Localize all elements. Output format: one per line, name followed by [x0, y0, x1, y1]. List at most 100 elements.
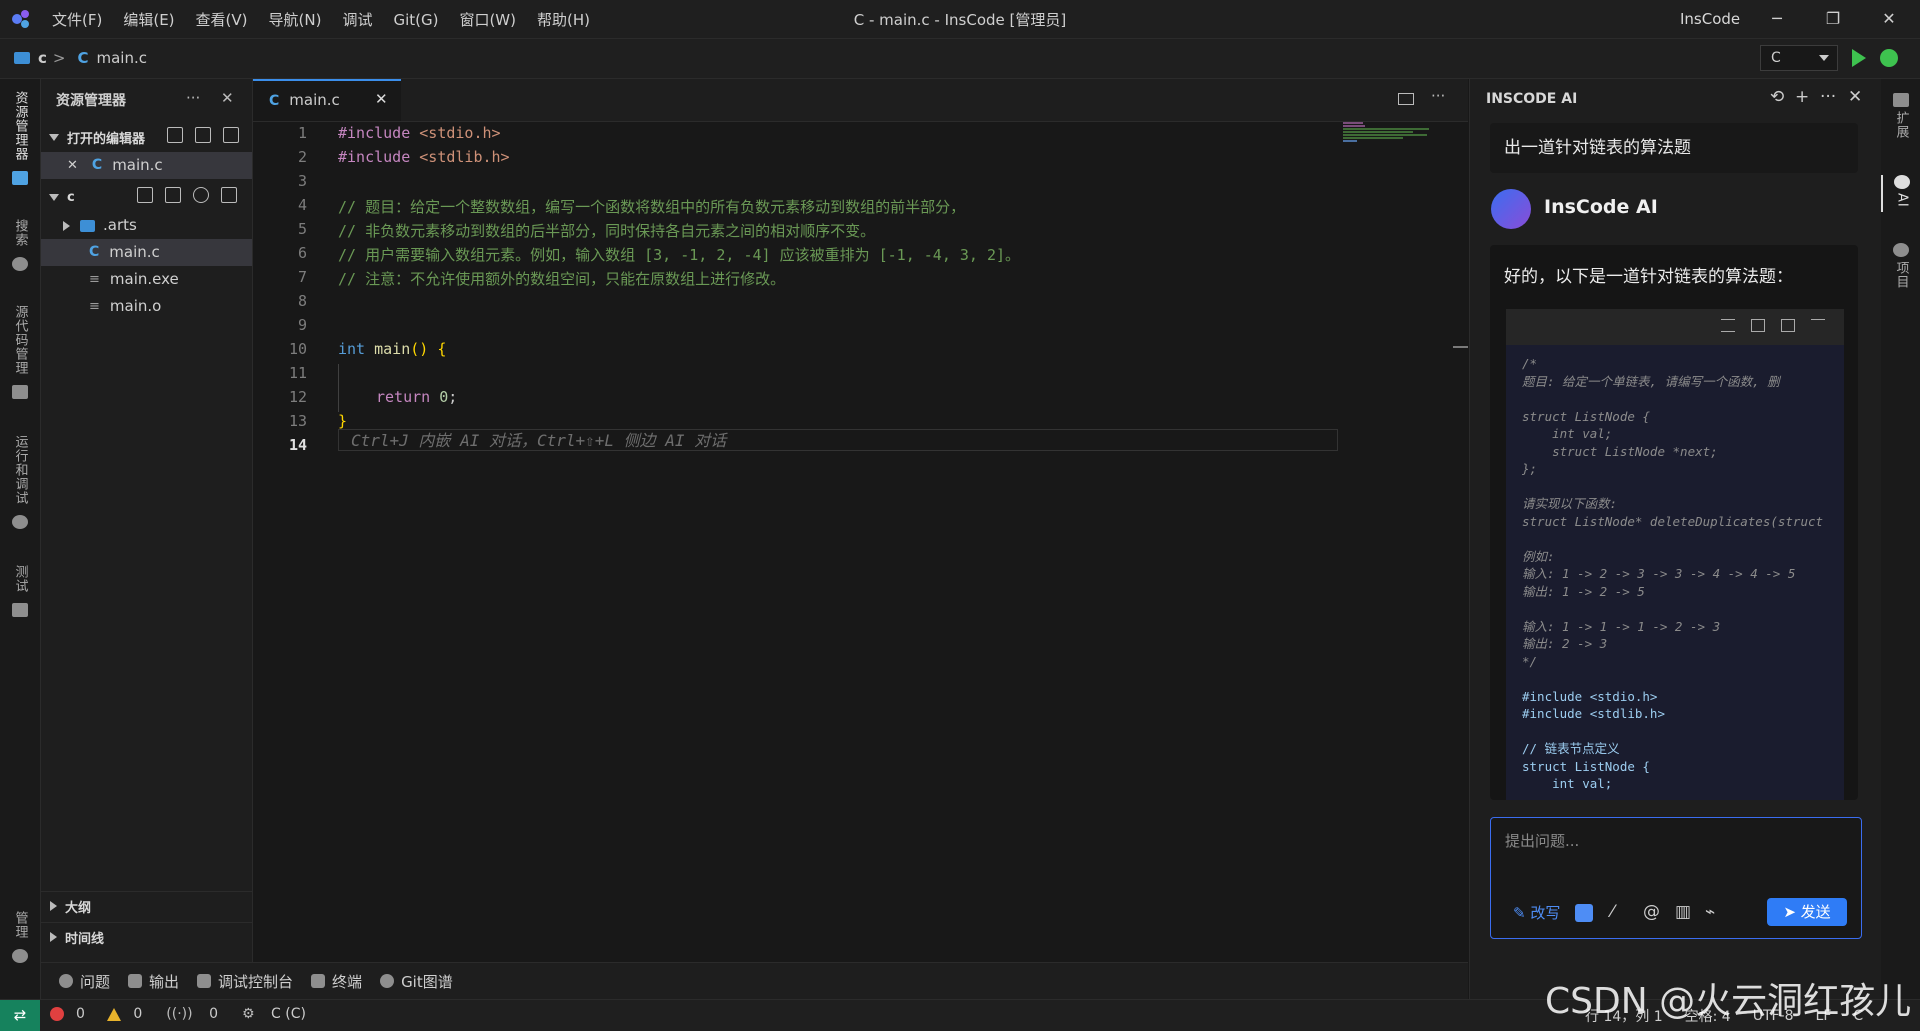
tree-item-main-exe[interactable]: ≡ main.exe — [41, 266, 252, 293]
rewrite-toggle[interactable]: ✎ 改写 — [1513, 902, 1560, 923]
language-env: C (C) — [271, 1006, 306, 1022]
timeline-section[interactable]: 时间线 — [41, 922, 252, 951]
tab-label: main.c — [289, 91, 340, 109]
tree-item-main-o[interactable]: ≡ main.o — [41, 293, 252, 320]
tree-item-main-c[interactable]: C main.c — [41, 239, 252, 266]
language-env-status[interactable]: ⚙ C (C) — [242, 1006, 318, 1022]
tab-main-c[interactable]: Cmain.c ✕ — [253, 79, 401, 121]
breadcrumb-root[interactable]: c — [38, 49, 47, 67]
activity-testing[interactable]: 测试 — [0, 565, 40, 617]
more-actions-icon[interactable]: ··· — [186, 89, 200, 107]
tree-item-label: .arts — [103, 216, 137, 234]
activity-run-debug[interactable]: 运行和调试 — [0, 435, 40, 529]
activity-manage[interactable]: 管理 — [0, 911, 40, 963]
language-select[interactable]: C — [1760, 45, 1838, 71]
slash-command-icon[interactable]: ⁄ — [1611, 902, 1614, 922]
breadcrumb-file[interactable]: main.c — [97, 49, 148, 67]
chat-input[interactable] — [1503, 828, 1847, 854]
panel-tab-debug-console[interactable]: 调试控制台 — [197, 971, 293, 992]
error-count: 0 — [76, 1006, 85, 1022]
code-snippet-line: 例如: — [1522, 548, 1555, 564]
collapse-all-icon[interactable] — [221, 187, 237, 203]
close-window-button[interactable]: ✕ — [1866, 4, 1912, 34]
code-snippet-text: /* 题目: 给定一个单链表, 请编写一个函数, 删 struct ListNod… — [1522, 355, 1823, 793]
new-folder-icon[interactable] — [165, 187, 181, 203]
insert-code-icon[interactable] — [1781, 319, 1795, 332]
activity-scm[interactable]: 源代码管理 — [0, 305, 40, 399]
copy-icon[interactable] — [1751, 319, 1765, 332]
account-brand[interactable]: InsCode — [1680, 10, 1740, 28]
flask-icon — [12, 603, 28, 617]
open-editors-section[interactable]: 打开的编辑器 — [41, 123, 252, 151]
c-file-icon: C — [89, 244, 100, 260]
collapse-icon[interactable] — [1811, 319, 1825, 332]
debug-bug-icon[interactable] — [1880, 49, 1898, 67]
panel-tab-git-graph[interactable]: Git图谱 — [380, 971, 453, 992]
panel-tab-problems[interactable]: 问题 — [59, 971, 110, 992]
new-file-icon[interactable] — [137, 187, 153, 203]
ai-inline-hint: Ctrl+J 内嵌 AI 对话，Ctrl+⇧+L 侧边 AI 对话 — [338, 429, 1338, 451]
code-snippet-line — [1522, 390, 1823, 408]
save-all-icon[interactable] — [195, 127, 211, 143]
code-line-5: // 非负数元素移动到数组的后半部分，同时保持各自元素之间的相对顺序不变。 — [338, 222, 876, 240]
code-editor[interactable]: 1 2 3 4 5 6 7 8 9 10 11 12 13 14 #include <stdio.h> #… — [253, 122, 1468, 999]
error-icon — [50, 1007, 64, 1021]
history-icon[interactable]: ⟲ — [1770, 87, 1784, 107]
attachment-icon[interactable]: ⌁ — [1705, 902, 1715, 922]
new-file-icon[interactable] — [167, 127, 183, 143]
close-icon[interactable]: ✕ — [221, 89, 234, 107]
function-name: main — [374, 340, 411, 358]
debug-console-icon — [197, 974, 212, 988]
right-bar-project[interactable]: 项目 — [1881, 243, 1920, 293]
new-chat-icon[interactable]: + — [1795, 87, 1809, 107]
refresh-icon[interactable] — [193, 187, 209, 203]
open-editor-item[interactable]: ✕ C main.c — [41, 152, 252, 179]
activity-explorer[interactable]: 资源管理器 — [0, 91, 40, 185]
tree-item-label: main.c — [109, 243, 160, 261]
preprocessor-directive: #include — [338, 148, 420, 166]
maximize-button[interactable]: ❐ — [1810, 4, 1856, 34]
flag-icon — [128, 974, 143, 988]
file-icon: ≡ — [89, 272, 100, 287]
tree-item-arts[interactable]: .arts — [41, 212, 252, 239]
panel-tab-output[interactable]: 输出 — [128, 971, 179, 992]
problems-status[interactable]: 0 0 — [50, 1006, 154, 1022]
close-all-icon[interactable] — [223, 127, 239, 143]
minimize-button[interactable]: ─ — [1754, 4, 1800, 34]
split-editor-icon[interactable] — [1398, 93, 1414, 105]
more-actions-icon[interactable]: ··· — [1431, 87, 1445, 105]
broadcast-status[interactable]: ((·)) 0 — [166, 1006, 230, 1022]
minimap[interactable] — [1343, 122, 1443, 152]
more-actions-icon[interactable]: ··· — [1820, 87, 1836, 107]
close-icon[interactable]: ✕ — [67, 152, 78, 179]
code-snippet-line: 请实现以下函数: — [1522, 496, 1618, 511]
library-icon[interactable]: ▥ — [1675, 902, 1691, 922]
code-line-2: #include <stdlib.h> — [338, 148, 510, 166]
problems-icon — [59, 974, 73, 988]
line-number: 1 — [297, 124, 307, 142]
outline-label: 大纲 — [65, 900, 92, 916]
folder-section-c[interactable]: c — [41, 183, 252, 211]
right-bar-extensions[interactable]: 扩展 — [1881, 93, 1920, 143]
right-bar-ai[interactable]: AI — [1881, 175, 1920, 212]
panel-tab-terminal[interactable]: 终端 — [311, 971, 362, 992]
gear-icon: ⚙ — [241, 1006, 255, 1022]
scrollbar-thumb[interactable] — [1453, 346, 1468, 348]
close-tab-icon[interactable]: ✕ — [375, 90, 388, 108]
close-icon[interactable]: ✕ — [1848, 87, 1862, 107]
code-snippet-line: struct ListNode* deleteDuplicates(struct — [1522, 513, 1824, 529]
outline-section[interactable]: 大纲 — [41, 891, 252, 920]
rewrite-checkbox[interactable] — [1575, 904, 1593, 922]
run-button[interactable] — [1852, 49, 1866, 67]
code-line-10: int main() { — [338, 340, 446, 358]
remote-indicator[interactable]: ⇄ — [0, 1000, 40, 1031]
code-snippet-line: #include <stdlib.h> — [1522, 706, 1665, 721]
send-button[interactable]: ➤ 发送 — [1767, 898, 1847, 926]
format-icon[interactable] — [1721, 319, 1735, 332]
code-snippet-toolbar — [1506, 309, 1844, 345]
explorer-title: 资源管理器 — [56, 93, 126, 109]
chat-input-box[interactable]: ✎ 改写 ⁄ @ ▥ ⌁ ➤ 发送 — [1490, 817, 1862, 939]
activity-search[interactable]: 搜索 — [0, 219, 40, 271]
line-number: 7 — [297, 268, 307, 286]
mention-icon[interactable]: @ — [1643, 902, 1660, 922]
